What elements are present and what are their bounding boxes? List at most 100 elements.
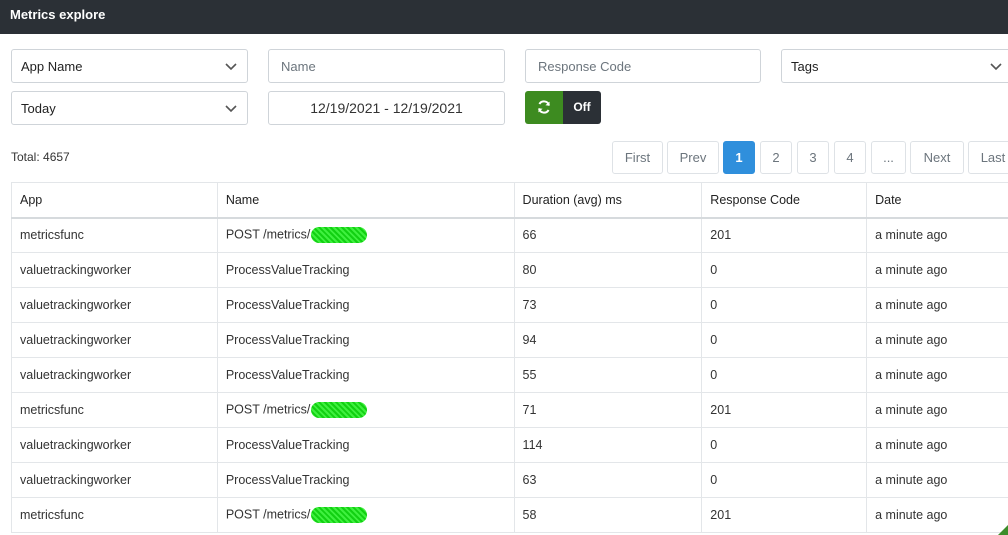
redaction-mark bbox=[311, 227, 368, 244]
top-bar: Metrics explore bbox=[0, 0, 1008, 34]
column-header-date[interactable]: Date bbox=[866, 182, 1008, 219]
cell-response-code: 0 bbox=[701, 427, 868, 463]
cell-name: POST /metrics/ bbox=[216, 497, 515, 533]
cell-app-text: valuetrackingworker bbox=[20, 368, 132, 382]
chevron-down-icon bbox=[225, 63, 237, 71]
cell-app-text: valuetrackingworker bbox=[20, 263, 132, 277]
cell-name-text: ProcessValueTracking bbox=[225, 298, 350, 312]
cell-name-text: ProcessValueTracking bbox=[225, 333, 350, 347]
table-body: metricsfunc POST /metrics/66 201 a minute a… bbox=[11, 217, 1008, 533]
cell-response-code-text: 201 bbox=[710, 228, 732, 243]
column-header-duration[interactable]: Duration (avg) ms bbox=[513, 182, 703, 219]
page-1-button[interactable]: 1 bbox=[723, 141, 755, 174]
name-input[interactable]: Name bbox=[268, 49, 505, 83]
cell-duration-text: 63 bbox=[522, 473, 537, 487]
refresh-icon bbox=[538, 100, 550, 114]
response-code-input[interactable]: Response Code bbox=[525, 49, 761, 83]
cell-duration: 73 bbox=[513, 287, 703, 323]
table-row[interactable]: valuetrackingworker ProcessValueTracking 8… bbox=[11, 252, 1008, 288]
cell-response-code-text: 201 bbox=[710, 403, 732, 417]
cell-app-text: metricsfunc bbox=[20, 228, 84, 243]
cell-date: a minute ago bbox=[866, 462, 1008, 498]
auto-refresh-toggle[interactable]: Off bbox=[525, 91, 601, 124]
column-header-app[interactable]: App bbox=[11, 182, 218, 219]
cell-response-code-text: 0 bbox=[710, 263, 718, 277]
column-header-response-code[interactable]: Response Code bbox=[701, 182, 868, 219]
redaction-mark bbox=[311, 507, 368, 523]
auto-refresh-off-label[interactable]: Off bbox=[563, 91, 601, 124]
cell-response-code: 201 bbox=[701, 217, 868, 253]
cell-duration-text: 71 bbox=[522, 403, 537, 417]
page-2-button[interactable]: 2 bbox=[760, 141, 792, 174]
page-next-button[interactable]: Next bbox=[910, 141, 964, 174]
cell-date-text: a minute ago bbox=[875, 438, 948, 452]
page-4-button[interactable]: 4 bbox=[834, 141, 866, 174]
cell-name-text: ProcessValueTracking bbox=[225, 473, 350, 487]
page-prev-button[interactable]: Prev bbox=[667, 141, 719, 174]
table-row[interactable]: valuetrackingworker ProcessValueTracking 1… bbox=[11, 427, 1008, 463]
cell-app: metricsfunc bbox=[11, 497, 218, 533]
refresh-button[interactable] bbox=[525, 91, 563, 124]
cell-app: valuetrackingworker bbox=[11, 322, 218, 358]
cell-name-text: ProcessValueTracking bbox=[225, 438, 350, 452]
cell-date: a minute ago bbox=[866, 322, 1008, 358]
table-row[interactable]: valuetrackingworker ProcessValueTracking 9… bbox=[11, 322, 1008, 358]
chevron-down-icon bbox=[990, 63, 1002, 71]
cell-duration-text: 94 bbox=[522, 333, 537, 347]
cell-response-code: 201 bbox=[701, 497, 868, 533]
cell-duration: 66 bbox=[513, 217, 703, 253]
app-name-select-value: App Name bbox=[21, 59, 83, 74]
table-row[interactable]: metricsfunc POST /metrics/66 201 a minute a… bbox=[11, 217, 1008, 253]
cell-response-code-text: 201 bbox=[710, 508, 732, 522]
cell-name-text: POST /metrics/ bbox=[225, 227, 311, 242]
cell-name-text: POST /metrics/ bbox=[225, 507, 311, 522]
date-range-picker[interactable]: 12/19/2021 - 12/19/2021 bbox=[268, 91, 505, 125]
column-header-name[interactable]: Name bbox=[216, 182, 515, 219]
date-range-select-value: Today bbox=[21, 101, 56, 116]
table-row[interactable]: metricsfunc POST /metrics/71 201 a minute a… bbox=[11, 392, 1008, 428]
cell-response-code-text: 0 bbox=[710, 368, 718, 382]
table-row[interactable]: metricsfunc POST /metrics/58 201 a minute a… bbox=[11, 497, 1008, 533]
cell-duration: 114 bbox=[513, 427, 703, 463]
page-last-button[interactable]: Last bbox=[968, 141, 1008, 174]
cell-app: valuetrackingworker bbox=[11, 287, 218, 323]
cell-duration-text: 73 bbox=[522, 298, 537, 312]
page-title: Metrics explore bbox=[10, 7, 106, 22]
date-range-select[interactable]: Today bbox=[11, 91, 248, 125]
cell-duration-text: 114 bbox=[522, 438, 543, 452]
tags-select[interactable]: Tags bbox=[781, 49, 1008, 83]
table-row[interactable]: valuetrackingworker ProcessValueTracking 5… bbox=[11, 357, 1008, 393]
date-range-value: 12/19/2021 - 12/19/2021 bbox=[310, 100, 463, 116]
cell-duration: 58 bbox=[513, 497, 703, 533]
cell-response-code: 0 bbox=[701, 287, 868, 323]
cell-response-code: 0 bbox=[701, 462, 868, 498]
cell-name: ProcessValueTracking bbox=[216, 462, 515, 498]
cell-app: valuetrackingworker bbox=[11, 427, 218, 463]
cell-date: a minute ago bbox=[866, 357, 1008, 393]
cell-response-code-text: 0 bbox=[710, 298, 718, 312]
cell-date-text: a minute ago bbox=[875, 473, 948, 487]
cell-date: a minute ago bbox=[866, 427, 1008, 463]
cell-name: ProcessValueTracking bbox=[216, 322, 515, 358]
corner-indicator bbox=[998, 525, 1008, 535]
cell-duration: 80 bbox=[513, 252, 703, 288]
page-first-button[interactable]: First bbox=[612, 141, 663, 174]
cell-date-text: a minute ago bbox=[875, 403, 948, 417]
page-ellipsis: ... bbox=[871, 141, 906, 174]
tags-select-value: Tags bbox=[791, 59, 819, 74]
table-row[interactable]: valuetrackingworker ProcessValueTracking 6… bbox=[11, 462, 1008, 498]
cell-name-text: POST /metrics/ bbox=[225, 402, 311, 417]
cell-date-text: a minute ago bbox=[875, 508, 948, 522]
page-3-button[interactable]: 3 bbox=[797, 141, 829, 174]
cell-name: ProcessValueTracking bbox=[216, 287, 515, 323]
cell-date-text: a minute ago bbox=[875, 333, 948, 347]
cell-app: metricsfunc bbox=[11, 217, 218, 253]
redaction-mark bbox=[311, 402, 368, 418]
table-row[interactable]: valuetrackingworker ProcessValueTracking 7… bbox=[11, 287, 1008, 323]
cell-app-text: valuetrackingworker bbox=[20, 333, 132, 347]
cell-duration: 71 bbox=[513, 392, 703, 428]
cell-duration-text: 58 bbox=[522, 508, 537, 522]
cell-name: ProcessValueTracking bbox=[216, 252, 515, 288]
total-count: Total: 4657 bbox=[11, 150, 70, 164]
app-name-select[interactable]: App Name bbox=[11, 49, 248, 83]
